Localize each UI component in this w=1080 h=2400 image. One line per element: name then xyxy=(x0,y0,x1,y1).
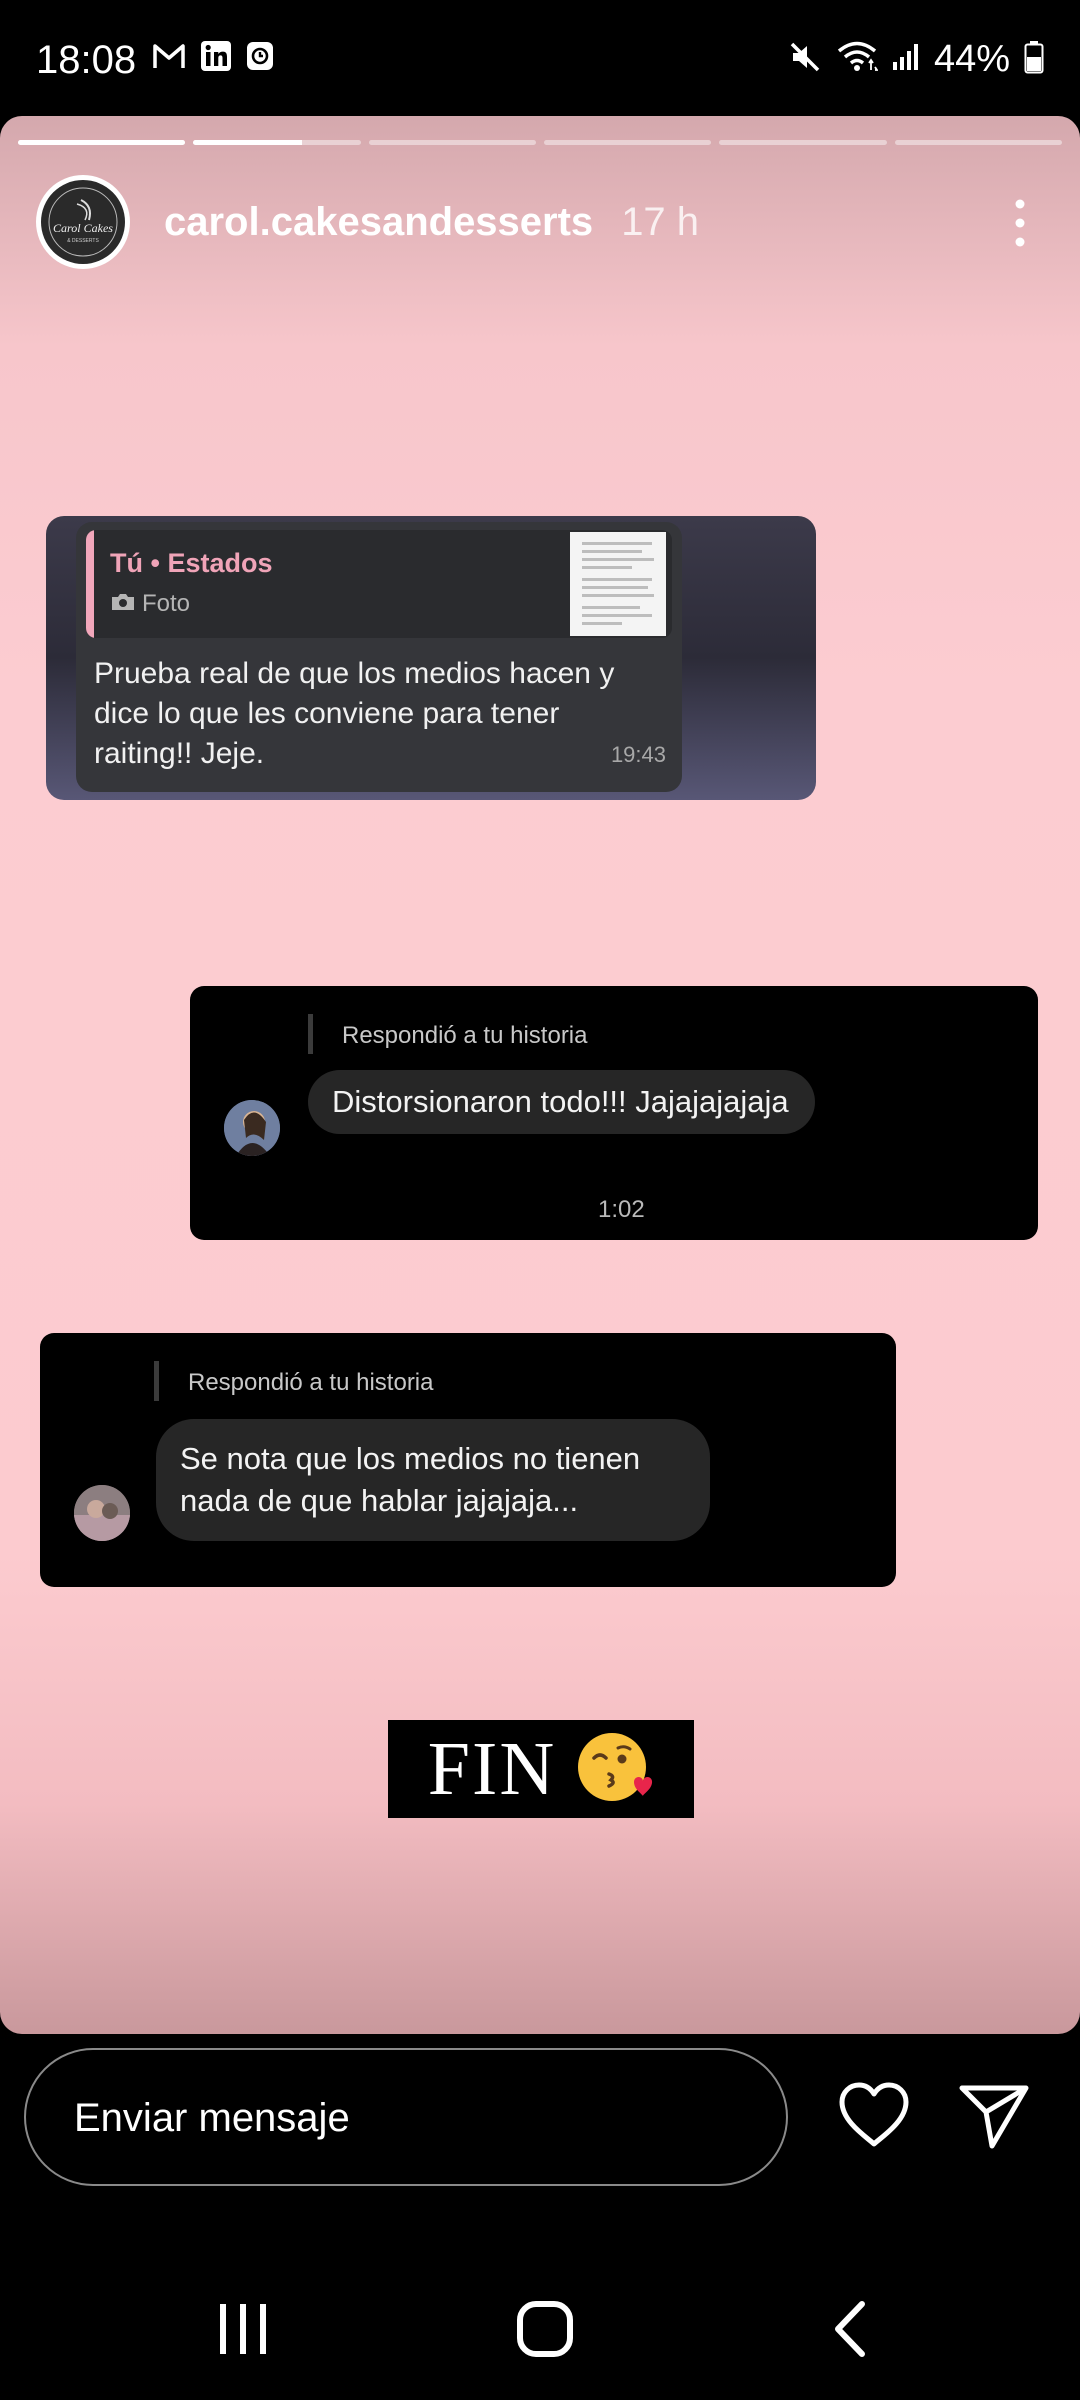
linkedin-icon xyxy=(200,40,232,77)
camera-icon xyxy=(110,592,136,617)
story-time-ago: 17 h xyxy=(621,199,700,244)
progress-segment xyxy=(18,140,186,145)
system-icons: 44% xyxy=(788,38,1044,81)
progress-segment xyxy=(543,140,712,145)
quoted-subtitle: Foto xyxy=(142,590,191,617)
home-icon[interactable] xyxy=(516,2300,574,2363)
replied-label: Respondió a tu historia xyxy=(342,1022,588,1049)
fin-sticker: FIN xyxy=(388,1720,694,1818)
svg-text:Carol Cakes: Carol Cakes xyxy=(53,221,113,235)
wifi-icon xyxy=(836,40,879,79)
battery-percent: 44% xyxy=(933,38,1010,80)
sender-avatar xyxy=(74,1485,130,1541)
status-time: 18:08 xyxy=(36,38,137,82)
story-username[interactable]: carol.cakesandesserts xyxy=(164,200,593,245)
gmail-icon xyxy=(152,42,186,75)
progress-segment xyxy=(894,140,1062,145)
back-icon[interactable] xyxy=(830,2300,870,2363)
quoted-status: Tú • Estados Foto xyxy=(86,530,672,638)
bakery-logo: Carol Cakes & DESSERTS xyxy=(41,180,125,264)
status-bar: 18:08 44% xyxy=(0,0,1080,115)
recent-apps-icon[interactable] xyxy=(218,2300,270,2363)
quote-accent-bar xyxy=(86,530,94,638)
replied-bar xyxy=(154,1361,159,1401)
message-bubble: Tú • Estados Foto Prueba real de que los… xyxy=(76,522,682,792)
reply-text-line-2: nada de que hablar jajajaja... xyxy=(180,1483,579,1518)
send-message-field[interactable] xyxy=(24,2048,788,2186)
fin-text: FIN xyxy=(427,1726,557,1811)
message-time: 19:43 xyxy=(610,742,666,767)
story-progress-bar xyxy=(18,140,1062,145)
send-paper-plane-icon[interactable] xyxy=(958,2084,1030,2155)
battery-icon xyxy=(1024,40,1044,79)
whisk-logo-icon: Carol Cakes & DESSERTS xyxy=(48,187,118,257)
quoted-title: Tú • Estados xyxy=(110,548,273,578)
mute-icon xyxy=(788,40,822,79)
notification-icons xyxy=(152,40,274,77)
signal-icon xyxy=(892,42,920,77)
progress-segment xyxy=(368,140,536,145)
progress-segment xyxy=(719,140,887,145)
system-navigation-bar xyxy=(0,2270,1080,2400)
quoted-thumbnail xyxy=(570,532,666,636)
progress-segment xyxy=(193,140,361,145)
story-viewer[interactable]: Carol Cakes & DESSERTS carol.cakesandess… xyxy=(0,116,1080,2034)
profile-avatar[interactable]: Carol Cakes & DESSERTS xyxy=(36,175,130,269)
dm-screenshot-reply-1: Respondió a tu historia Distorsionaron t… xyxy=(190,986,1038,1240)
reply-time: 1:02 xyxy=(598,1196,645,1223)
message-text: Prueba real de que los medios hacen y di… xyxy=(94,657,615,770)
reply-text: Distorsionaron todo!!! Jajajajajaja xyxy=(332,1084,789,1119)
chat-screenshot-status-reply: Tú • Estados Foto Prueba real de que los… xyxy=(46,516,816,800)
dm-screenshot-reply-2: Respondió a tu historia Se nota que los … xyxy=(40,1333,896,1587)
reply-bubble: Se nota que los medios no tienen nada de… xyxy=(156,1419,710,1541)
sender-avatar xyxy=(224,1100,280,1156)
reply-bubble: Distorsionaron todo!!! Jajajajajaja xyxy=(308,1070,815,1134)
svg-text:& DESSERTS: & DESSERTS xyxy=(67,238,99,244)
story-header: Carol Cakes & DESSERTS carol.cakesandess… xyxy=(36,172,1050,272)
message-input[interactable] xyxy=(72,2050,756,2186)
replied-bar xyxy=(308,1014,313,1054)
kiss-emoji-icon xyxy=(576,1730,654,1809)
like-heart-icon[interactable] xyxy=(838,2082,910,2153)
more-options-icon[interactable] xyxy=(1010,198,1030,248)
clock-app-icon xyxy=(246,41,274,76)
replied-label: Respondió a tu historia xyxy=(188,1369,434,1396)
reply-text-line-1: Se nota que los medios no tienen xyxy=(180,1441,641,1476)
